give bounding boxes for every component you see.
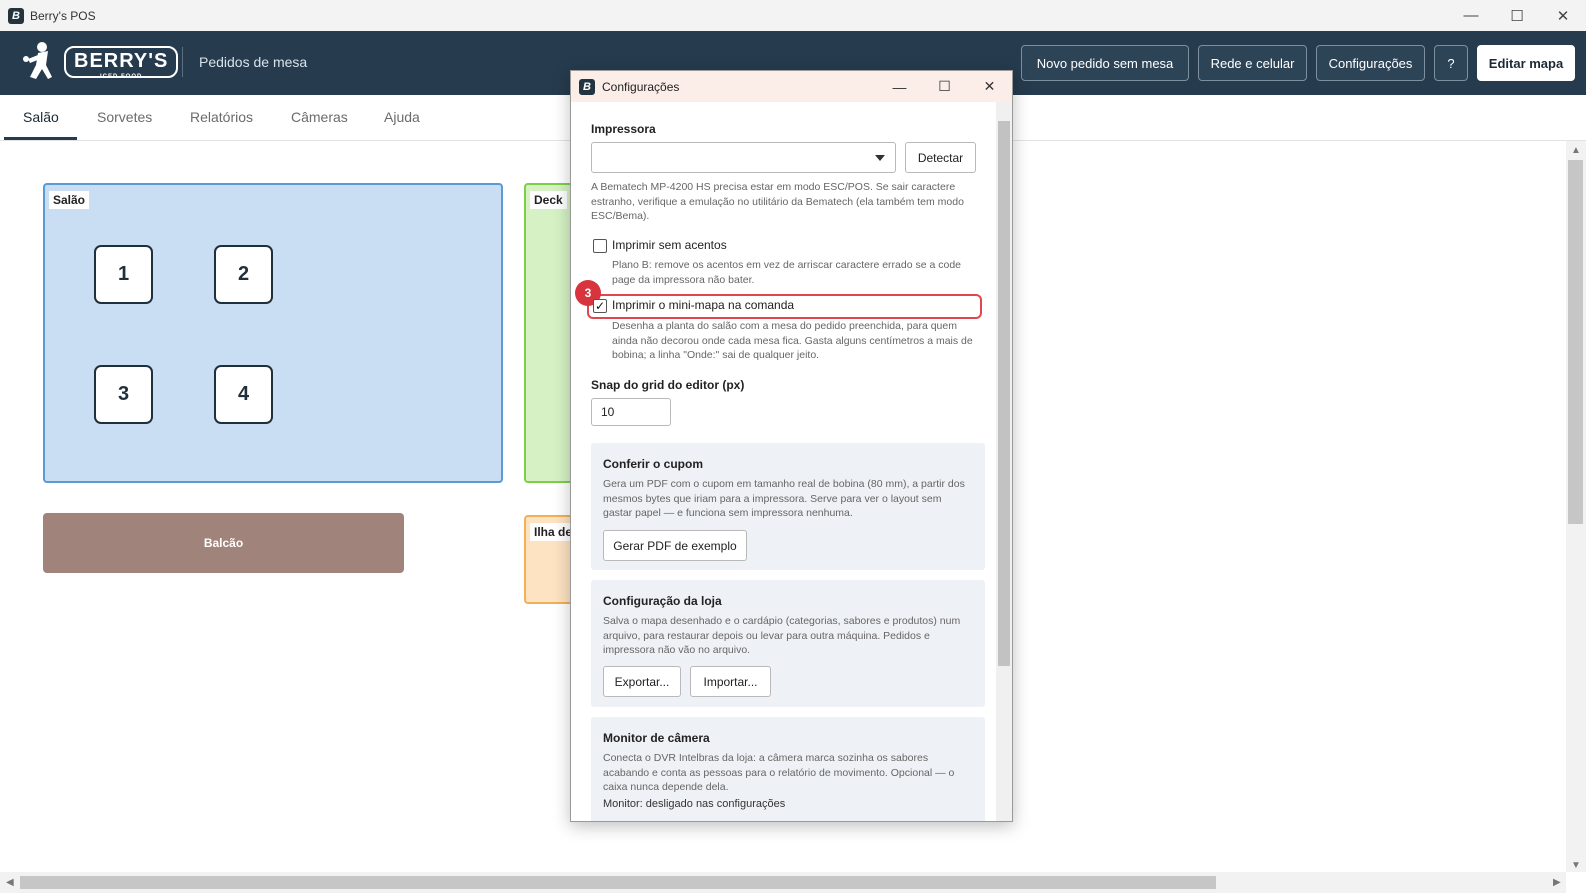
printer-help: A Bematech MP-4200 HS precisa estar em m… [591,181,964,222]
brand-logo: BERRY'S ICED FOOD [18,39,179,85]
grid-snap-input[interactable]: 10 [591,398,671,426]
tab-cameras[interactable]: Câmeras [291,109,348,125]
dialog-app-icon: B [579,78,595,95]
camera-panel-title: Monitor de câmera [603,731,710,745]
scroll-left-icon[interactable]: ◀ [6,877,14,888]
tab-ajuda[interactable]: Ajuda [384,109,420,125]
table-2[interactable]: 2 [214,245,273,304]
page-horizontal-scroll-thumb[interactable] [20,876,1216,889]
app-icon: B [8,7,24,24]
minimap-label: Imprimir o mini-mapa na comanda [612,298,795,312]
printer-select[interactable] [591,142,896,173]
area-label: Deck [530,191,567,209]
minimap-checkbox[interactable]: ✓ [593,299,607,313]
printer-label: Impressora [591,122,656,136]
tab-relatorios[interactable]: Relatórios [190,109,253,125]
receipt-panel: Conferir o cupom Gera um PDF com o cupom… [591,443,985,570]
network-button[interactable]: Rede e celular [1198,45,1307,81]
window-title: Berry's POS [30,8,96,23]
settings-dialog: B Configurações — ☐ ✕ Impressora Detecta… [570,70,1013,822]
scroll-right-icon[interactable]: ▶ [1553,877,1561,888]
new-order-button[interactable]: Novo pedido sem mesa [1021,45,1189,81]
section-title: Pedidos de mesa [199,54,308,70]
settings-button[interactable]: Configurações [1316,45,1425,81]
camera-panel: Monitor de câmera Conecta o DVR Intelbra… [591,717,985,821]
table-4[interactable]: 4 [214,365,273,424]
dialog-maximize-button[interactable]: ☐ [922,71,967,102]
table-3[interactable]: 3 [94,365,153,424]
chevron-down-icon [875,155,885,161]
import-button[interactable]: Importar... [690,666,771,697]
area-salao[interactable]: Salão 1 2 3 4 [43,183,503,483]
dialog-title: Configurações [602,79,680,94]
logo-wordmark: BERRY'S ICED FOOD [64,46,179,80]
no-accents-help: Plano B: remove os acentos em vez de arr… [612,259,962,286]
camera-panel-help: Conecta o DVR Intelbras da loja: a câmer… [603,752,955,793]
detect-button[interactable]: Detectar [905,142,976,173]
area-balcao[interactable]: Balcão [43,513,404,573]
area-label: Balcão [203,536,244,550]
close-button[interactable]: ✕ [1540,0,1586,31]
dialog-minimize-button[interactable]: — [877,71,922,102]
mascot-icon [23,42,52,79]
area-label: Salão [49,191,90,209]
dialog-content: Impressora Detectar A Bematech MP-4200 H… [571,102,996,821]
help-button[interactable]: ? [1434,45,1468,81]
table-1[interactable]: 1 [94,245,153,304]
maximize-button[interactable]: ☐ [1494,0,1540,31]
edit-map-button[interactable]: Editar mapa [1477,45,1575,81]
scroll-down-icon[interactable]: ▼ [1571,860,1581,871]
export-button[interactable]: Exportar... [603,666,681,697]
camera-status: Monitor: desligado nas configurações [603,798,786,810]
active-tab-indicator [4,137,77,140]
store-panel: Configuração da loja Salva o mapa desenh… [591,580,985,707]
minimize-button[interactable]: — [1448,0,1494,31]
receipt-panel-title: Conferir o cupom [603,457,704,471]
tab-salao[interactable]: Salão [23,109,59,125]
dialog-titlebar: B Configurações — ☐ ✕ [571,71,1012,102]
dialog-close-button[interactable]: ✕ [967,71,1012,102]
grid-snap-label: Snap do grid do editor (px) [591,378,745,392]
receipt-panel-help: Gera um PDF com o cupom em tamanho real … [603,478,965,519]
no-accents-checkbox[interactable] [593,239,607,253]
scroll-up-icon[interactable]: ▲ [1571,145,1581,156]
page-vertical-scroll-thumb[interactable] [1568,160,1583,524]
tab-sorvetes[interactable]: Sorvetes [97,109,152,125]
dialog-scroll-thumb[interactable] [998,121,1010,666]
store-panel-title: Configuração da loja [603,594,722,608]
window-titlebar: B Berry's POS — ☐ ✕ [0,0,1586,31]
minimap-help: Desenha a planta do salão com a mesa do … [612,320,973,361]
no-accents-label: Imprimir sem acentos [612,238,727,252]
header-divider [182,47,183,77]
generate-pdf-button[interactable]: Gerar PDF de exemplo [603,530,747,561]
store-panel-help: Salva o mapa desenhado e o cardápio (cat… [603,615,961,656]
